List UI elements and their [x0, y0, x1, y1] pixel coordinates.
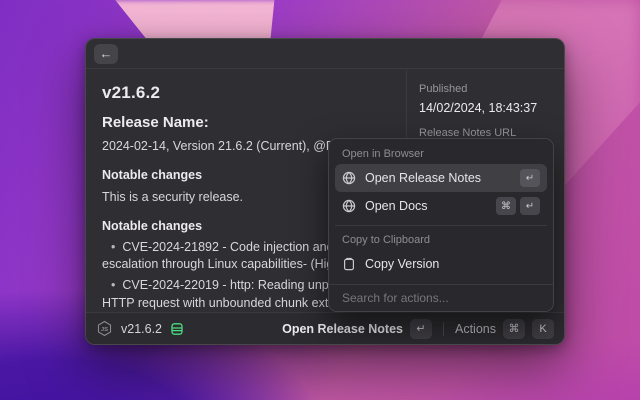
action-bar-right: Open Release Notes ↵ Actions ⌘ K	[282, 319, 554, 339]
clipboard-icon	[342, 257, 356, 271]
popup-section-open-in-browser: Open in Browser	[335, 145, 547, 164]
actions-search-input[interactable]	[342, 291, 540, 305]
action-bar-left: JS v21.6.2	[96, 320, 274, 337]
raycast-window: ← v21.6.2 Release Name: 2024-02-14, Vers…	[85, 38, 565, 345]
k-keycap: K	[532, 319, 554, 339]
globe-icon	[342, 199, 356, 213]
popup-search-bar	[329, 284, 553, 311]
release-version-title: v21.6.2	[102, 83, 394, 103]
popup-item-label: Open Release Notes	[365, 171, 511, 185]
svg-text:JS: JS	[101, 327, 108, 333]
popup-section-copy-to-clipboard: Copy to Clipboard	[335, 231, 547, 250]
release-name-heading: Release Name:	[102, 114, 394, 131]
release-box-icon	[170, 322, 184, 336]
cmd-keycap: ⌘	[496, 197, 516, 215]
popup-item-label: Open Docs	[365, 199, 487, 213]
popup-item-copy-version[interactable]: Copy Version	[335, 250, 547, 278]
cmd-keycap: ⌘	[503, 319, 525, 339]
actions-button[interactable]: Actions	[455, 322, 496, 336]
window-topbar: ←	[86, 39, 564, 69]
action-bar: JS v21.6.2 Open Release Notes ↵ Actions …	[86, 312, 564, 344]
back-arrow-icon: ←	[100, 47, 113, 60]
back-button[interactable]: ←	[94, 44, 118, 64]
popup-divider	[335, 225, 547, 226]
primary-action-button[interactable]: Open Release Notes	[282, 322, 403, 336]
popup-item-open-docs[interactable]: Open Docs ⌘ ↵	[335, 192, 547, 220]
return-keycap: ↵	[410, 319, 432, 339]
return-keycap: ↵	[520, 197, 540, 215]
action-bar-separator	[443, 322, 444, 336]
return-keycap: ↵	[520, 169, 540, 187]
nodejs-icon: JS	[96, 320, 113, 337]
status-version: v21.6.2	[121, 322, 162, 336]
popup-item-open-release-notes[interactable]: Open Release Notes ↵	[335, 164, 547, 192]
published-label: Published	[419, 83, 554, 95]
actions-popup: Open in Browser Open Release Notes ↵ Ope…	[328, 138, 554, 312]
published-value: 14/02/2024, 18:43:37	[419, 101, 554, 115]
globe-icon	[342, 171, 356, 185]
popup-item-label: Copy Version	[365, 257, 540, 271]
